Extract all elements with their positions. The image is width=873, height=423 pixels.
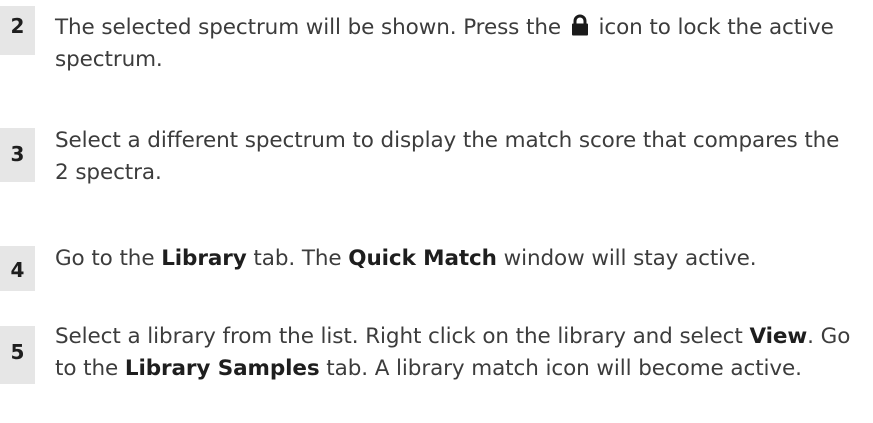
step-text: Select a different spectrum to display t…	[55, 125, 855, 189]
ui-term-library-tab: Library	[161, 246, 247, 271]
step-text-segment: tab. A library match icon will become ac…	[319, 356, 802, 381]
step-number: 4	[0, 246, 35, 291]
step-text-segment: The selected spectrum will be shown. Pre…	[55, 15, 568, 40]
step-number: 3	[0, 128, 35, 182]
step-text: Go to the Library tab. The Quick Match w…	[55, 243, 873, 275]
step-number: 5	[0, 326, 35, 384]
ui-term-quick-match: Quick Match	[348, 246, 497, 271]
lock-icon	[571, 14, 588, 36]
step-number: 2	[0, 6, 35, 55]
step-text: The selected spectrum will be shown. Pre…	[55, 12, 855, 76]
step-text-segment: window will stay active.	[496, 246, 757, 271]
ui-term-view: View	[749, 324, 808, 349]
step-text: Select a library from the list. Right cl…	[55, 321, 855, 385]
step-text-segment: tab. The	[246, 246, 349, 271]
ui-term-library-samples: Library Samples	[124, 356, 320, 381]
step-text-segment: Select a different spectrum to display t…	[55, 128, 840, 185]
step-text-segment: Select a library from the list. Right cl…	[55, 324, 750, 349]
step-text-segment: Go to the	[55, 246, 162, 271]
